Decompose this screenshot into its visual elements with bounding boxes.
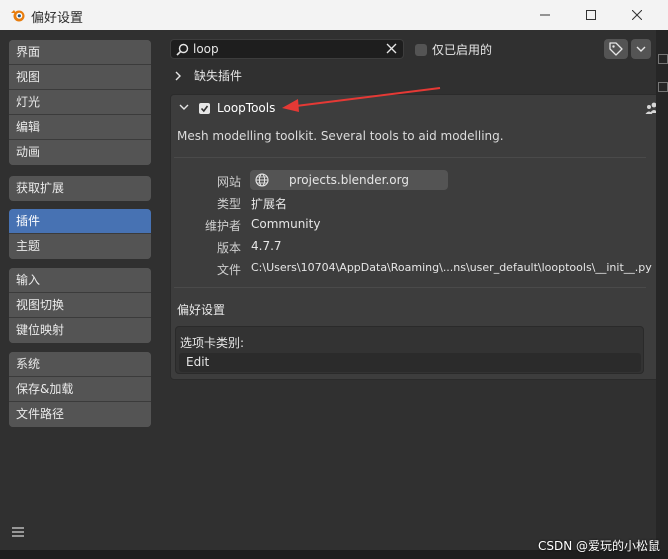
sidebar-item-animation[interactable]: 动画	[9, 140, 151, 165]
website-url: projects.blender.org	[289, 173, 409, 187]
sidebar-item-save-load[interactable]: 保存&加载	[9, 377, 151, 402]
sidebar-item-editing[interactable]: 编辑	[9, 115, 151, 140]
clear-icon[interactable]	[386, 43, 397, 54]
sidebar-item-navigation[interactable]: 视图切换	[9, 293, 151, 318]
sidebar-group-4: 输入 视图切换 键位映射	[9, 268, 151, 343]
search-input[interactable]	[193, 40, 378, 58]
sidebar-group-2: 获取扩展	[9, 176, 151, 201]
divider	[174, 287, 646, 288]
file-label: 文件	[216, 263, 241, 277]
chevron-down-icon[interactable]	[179, 103, 189, 111]
version-label: 版本	[216, 241, 241, 255]
sidebar-item-interface[interactable]: 界面	[9, 40, 151, 65]
tab-category-label: 选项卡类别:	[180, 336, 245, 350]
sidebar-group-1: 界面 视图 灯光 编辑 动画	[9, 40, 151, 165]
sidebar-item-input[interactable]: 输入	[9, 268, 151, 293]
watermark: CSDN @爱玩的小松鼠	[537, 539, 660, 553]
sidebar-group-3: 插件 主题	[9, 209, 151, 259]
addon-header[interactable]: LoopTools	[171, 95, 668, 121]
addon-enabled-checkbox[interactable]	[199, 103, 210, 114]
minimize-icon	[540, 14, 550, 16]
maintainer-label: 维护者	[204, 219, 241, 233]
chevron-down-icon	[636, 46, 646, 52]
edge-decoration	[658, 54, 668, 64]
type-row: 类型 扩展名	[171, 192, 668, 214]
addon-panel: LoopTools Mesh modelling toolkit. Severa…	[170, 94, 668, 380]
minimize-button[interactable]	[522, 0, 568, 30]
blender-logo-icon	[11, 10, 25, 22]
chevron-right-icon	[175, 71, 181, 80]
checkmark-icon	[200, 105, 209, 113]
website-row: 网站 projects.blender.org	[171, 170, 668, 192]
sidebar-item-get-extensions[interactable]: 获取扩展	[9, 176, 151, 201]
window-title: 偏好设置	[31, 11, 84, 26]
enabled-only-toggle[interactable]: 仅已启用的	[415, 41, 492, 58]
addon-description: Mesh modelling toolkit. Several tools to…	[177, 129, 504, 143]
file-path: C:\Users\10704\AppData\Roaming\...ns\use…	[251, 261, 652, 274]
missing-addons-label: 缺失插件	[194, 69, 243, 83]
sidebar-item-keymap[interactable]: 键位映射	[9, 318, 151, 343]
menu-button[interactable]	[8, 523, 28, 541]
options-dropdown-button[interactable]	[631, 39, 651, 59]
hamburger-icon	[12, 527, 24, 537]
background-editor-edge	[656, 30, 668, 559]
search-box[interactable]	[170, 39, 404, 59]
maximize-button[interactable]	[568, 0, 614, 30]
type-value: 扩展名	[251, 197, 288, 211]
sidebar-item-file-paths[interactable]: 文件路径	[9, 402, 151, 427]
addon-preferences-title: 偏好设置	[177, 303, 226, 317]
sidebar-group-5: 系统 保存&加载 文件路径	[9, 352, 151, 427]
close-icon	[632, 10, 642, 20]
version-row: 版本 4.7.7	[171, 236, 668, 258]
enabled-only-label: 仅已启用的	[432, 43, 493, 57]
addon-name: LoopTools	[217, 101, 276, 115]
tag-icon	[609, 42, 623, 56]
tab-category-field[interactable]: Edit	[179, 353, 641, 372]
sidebar: 界面 视图 灯光 编辑 动画 获取扩展 插件 主题 输入 视图切换 键位映射 系…	[0, 30, 160, 559]
sidebar-item-viewport[interactable]: 视图	[9, 65, 151, 90]
type-label: 类型	[216, 197, 241, 211]
search-icon	[176, 43, 189, 56]
edge-decoration	[658, 82, 668, 92]
file-row: 文件 C:\Users\10704\AppData\Roaming\...ns\…	[171, 258, 668, 280]
addon-preferences-box: 选项卡类别: Edit	[175, 326, 644, 374]
sidebar-item-lights[interactable]: 灯光	[9, 90, 151, 115]
website-button[interactable]: projects.blender.org	[250, 170, 448, 190]
close-button[interactable]	[614, 0, 660, 30]
sidebar-item-system[interactable]: 系统	[9, 352, 151, 377]
title-bar: 偏好设置	[0, 0, 668, 30]
divider	[174, 157, 646, 158]
addons-content: 仅已启用的 缺失插件	[160, 30, 668, 559]
maintainer-value: Community	[251, 217, 321, 231]
tag-filter-button[interactable]	[604, 39, 628, 59]
maximize-icon	[586, 10, 596, 20]
maintainer-row: 维护者 Community	[171, 214, 668, 236]
enabled-only-checkbox[interactable]	[415, 43, 427, 56]
sidebar-item-addons[interactable]: 插件	[9, 209, 151, 234]
preferences-body: 界面 视图 灯光 编辑 动画 获取扩展 插件 主题 输入 视图切换 键位映射 系…	[0, 30, 668, 559]
website-label: 网站	[216, 175, 241, 189]
missing-addons-row[interactable]: 缺失插件	[174, 67, 242, 84]
sidebar-item-themes[interactable]: 主题	[9, 234, 151, 259]
version-value: 4.7.7	[251, 239, 282, 253]
